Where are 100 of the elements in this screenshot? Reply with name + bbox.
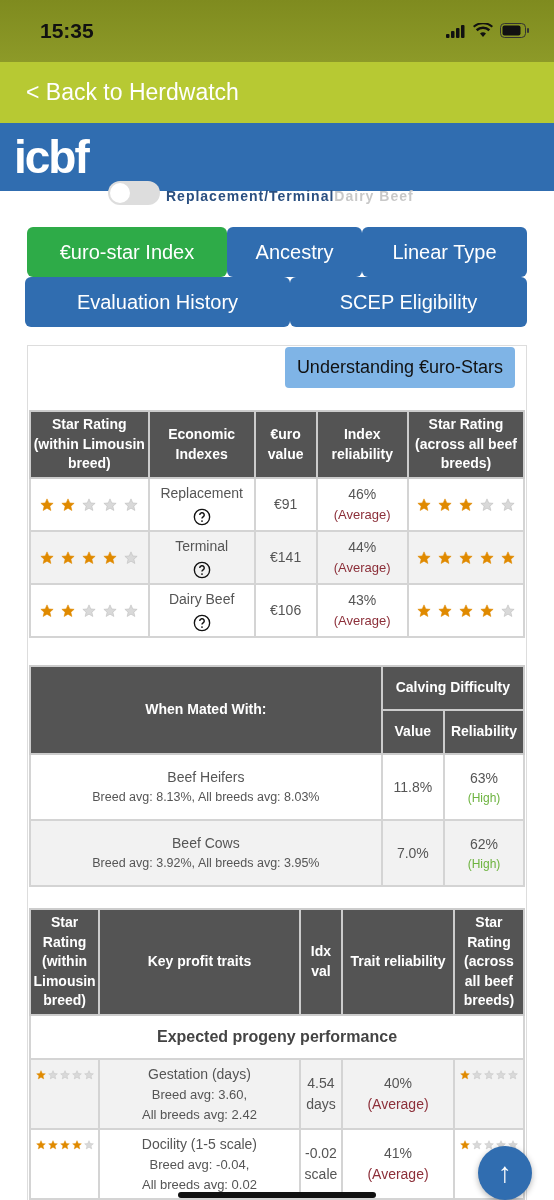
tab[interactable]: Ancestry (227, 227, 362, 278)
column-header: Calving Difficulty (381, 666, 524, 711)
star-icon (35, 1070, 46, 1080)
column-header: Star Rating (across all beef breeds) (453, 909, 524, 1015)
tab[interactable]: €uro-star Index (27, 227, 227, 278)
star-icon (479, 603, 494, 618)
star-icon (71, 1140, 82, 1150)
reliability-rating: (Average) (332, 506, 392, 525)
star-icon (507, 1140, 518, 1150)
reliability-value: 41% (383, 1144, 413, 1163)
star-icon (61, 550, 76, 565)
star-icon (124, 497, 139, 512)
trait-name: Gestation (days) (147, 1065, 252, 1084)
reliability-value: 63% (468, 768, 499, 788)
battery-icon (500, 23, 530, 39)
column-header: When Mated With: (30, 666, 382, 755)
star-icon (35, 1140, 46, 1150)
star-icon (59, 1070, 70, 1080)
column-header: Idx val (299, 909, 343, 1015)
star-icon (416, 603, 431, 618)
star-icon (71, 1070, 82, 1080)
column-header: Value (381, 710, 444, 755)
star-icon (103, 603, 118, 618)
star-icon (458, 603, 473, 618)
star-icon (500, 497, 515, 512)
reliability-value: 43% (347, 591, 378, 611)
index-value: -0.02 (304, 1144, 338, 1163)
help-icon[interactable] (192, 561, 211, 580)
column-header: Star Rating (within Limousin breed) (30, 909, 100, 1015)
reliability-rating: (Average) (366, 1095, 430, 1114)
star-icon (40, 550, 55, 565)
star-icon (437, 497, 452, 512)
star-icon (483, 1070, 494, 1080)
breed-average: Breed avg: 3.60, (150, 1086, 249, 1104)
star-icon (483, 1140, 494, 1150)
star-icon (459, 1070, 470, 1080)
wifi-icon (473, 23, 493, 39)
star-icon (416, 497, 431, 512)
reliability-rating: (Average) (332, 612, 392, 631)
reliability-value: 46% (347, 485, 378, 505)
tab[interactable]: Evaluation History (25, 277, 290, 328)
index-name: Replacement (159, 484, 244, 504)
star-icon (458, 550, 473, 565)
star-icon (479, 550, 494, 565)
column-header: Key profit traits (99, 909, 300, 1015)
star-icon (479, 497, 494, 512)
reliability-rating: (High) (466, 789, 502, 807)
index-name: Dairy Beef (167, 590, 236, 610)
star-icon (471, 1070, 482, 1080)
star-icon (124, 603, 139, 618)
star-icon (47, 1070, 58, 1080)
help-icon[interactable] (192, 508, 211, 527)
star-icon (83, 1140, 94, 1150)
star-icon (40, 497, 55, 512)
star-icon (500, 550, 515, 565)
tab[interactable]: SCEP Eligibility (290, 277, 527, 328)
star-icon (437, 603, 452, 618)
column-header: Trait reliability (342, 909, 454, 1015)
column-header: Economic Indexes (148, 411, 255, 479)
reliability-value: 62% (468, 834, 499, 854)
toggle-switch[interactable] (108, 181, 160, 206)
all-breeds-average: All breeds avg: 0.02 (141, 1175, 258, 1194)
star-icon (83, 1070, 94, 1080)
calving-value: 11.8% (392, 777, 434, 797)
star-icon (507, 1070, 518, 1080)
star-icon (437, 550, 452, 565)
mated-group: Beef Cows (33, 833, 379, 855)
help-icon[interactable] (192, 614, 211, 633)
breed-averages: Breed avg: 3.92%, All breeds avg: 3.95% (91, 855, 321, 873)
star-icon (500, 603, 515, 618)
star-icon (61, 497, 76, 512)
star-icon (40, 603, 55, 618)
signal-icon (446, 23, 466, 38)
mated-group: Beef Heifers (33, 767, 379, 789)
reliability-rating: (Average) (332, 559, 392, 578)
reliability-rating: (Average) (366, 1165, 430, 1184)
reliability-value: 44% (347, 538, 378, 558)
help-button[interactable]: Understanding €uro-Stars (284, 347, 515, 389)
star-icon (47, 1140, 58, 1150)
column-header: Reliability (443, 710, 524, 755)
star-icon (471, 1140, 482, 1150)
value-unit: days (305, 1095, 337, 1114)
star-icon (103, 497, 118, 512)
column-header: Star Rating (within Limousin breed) (30, 411, 149, 479)
reliability-value: 40% (383, 1074, 413, 1093)
clock: 15:35 (40, 18, 94, 43)
tab[interactable]: Linear Type (362, 227, 527, 278)
star-icon (495, 1070, 506, 1080)
index-name: Terminal (174, 537, 230, 557)
value-unit: scale (303, 1165, 339, 1184)
star-icon (458, 497, 473, 512)
toggle-label: Replacement/Terminal (166, 188, 335, 205)
star-icon (82, 550, 97, 565)
column-header: €uro value (254, 411, 317, 479)
all-breeds-average: All breeds avg: 2.42 (141, 1105, 258, 1124)
euro-value: €141 (269, 548, 303, 568)
column-header: Index reliability (316, 411, 408, 479)
euro-value: €91 (272, 495, 299, 515)
star-icon (103, 550, 118, 565)
breed-averages: Breed avg: 8.13%, All breeds avg: 8.03% (91, 789, 321, 807)
